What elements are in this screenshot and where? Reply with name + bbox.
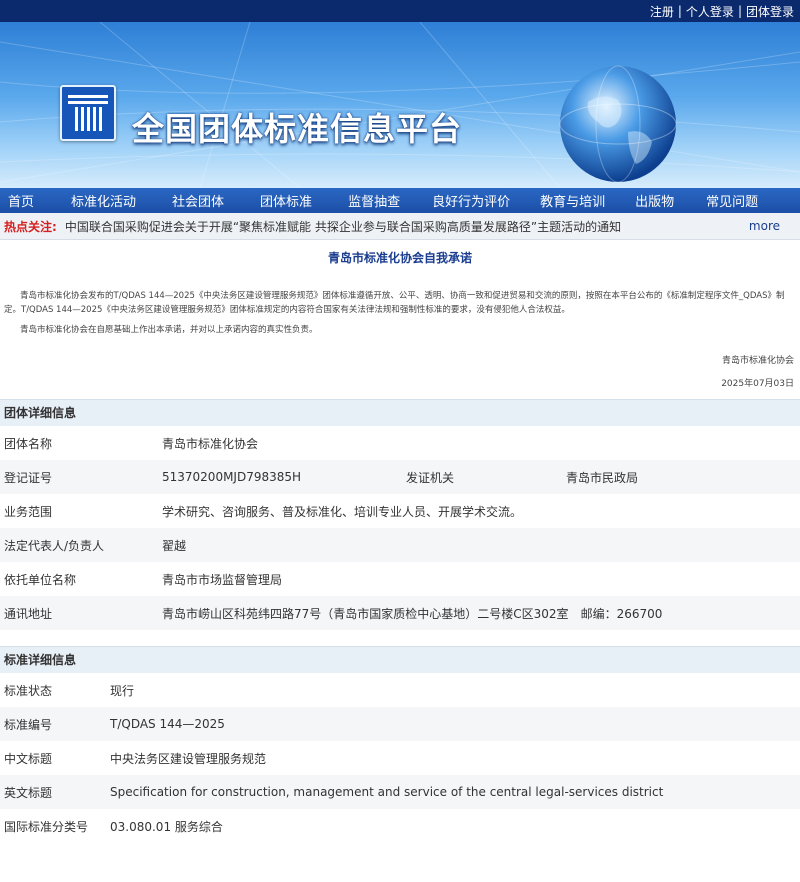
org-name-value: 青岛市标准化协会 — [162, 436, 259, 451]
nav-education[interactable]: 教育与培训 — [540, 191, 605, 210]
field-label: 通讯地址 — [4, 606, 53, 621]
cn-title-value: 中央法务区建设管理服务规范 — [110, 751, 267, 766]
field-label: 标准编号 — [4, 717, 53, 732]
field-label: 团体名称 — [4, 436, 53, 451]
field-label: 发证机关 — [406, 470, 455, 485]
nav-faq[interactable]: 常见问题 — [706, 191, 758, 210]
field-label: 登记证号 — [4, 470, 53, 485]
commitment-paragraph: 青岛市标准化协会发布的T/QDAS 144—2025《中央法务区建设管理服务规范… — [4, 291, 785, 315]
nav-publications[interactable]: 出版物 — [635, 191, 674, 210]
group-login-link[interactable]: 团体登录 — [746, 3, 794, 20]
std-info-header: 标准详细信息 — [0, 646, 800, 673]
info-row: 业务范围 学术研究、咨询服务、普及标准化、培训专业人员、开展学术交流。 — [0, 494, 800, 528]
nav-standardization-activities[interactable]: 标准化活动 — [71, 191, 136, 210]
issuer-value: 青岛市民政局 — [566, 470, 639, 485]
top-bar: 注册 | 个人登录 | 团体登录 — [0, 0, 800, 22]
field-label: 业务范围 — [4, 504, 53, 519]
separator: | — [677, 4, 682, 18]
info-row: 法定代表人/负责人 翟越 — [0, 528, 800, 562]
nav-group-standards[interactable]: 团体标准 — [260, 191, 312, 210]
reg-number-value: 51370200MJD798385H — [162, 470, 302, 484]
site-banner: 全国团体标准信息平台 — [0, 22, 800, 188]
register-link[interactable]: 注册 — [650, 3, 674, 20]
separator: | — [737, 4, 742, 18]
globe-icon — [559, 65, 677, 183]
info-row: 团体名称 青岛市标准化协会 — [0, 426, 800, 460]
sponsor-value: 青岛市市场监督管理局 — [162, 572, 283, 587]
representative-value: 翟越 — [162, 538, 187, 553]
commitment-notice: 青岛市标准化协会发布的T/QDAS 144—2025《中央法务区建设管理服务规范… — [0, 289, 800, 337]
status-value: 现行 — [110, 683, 135, 698]
info-row: 英文标题 Specification for construction, man… — [0, 775, 800, 809]
signature-date: 2025年07月03日 — [721, 379, 794, 389]
page-title: 青岛市标准化协会自我承诺 — [327, 251, 472, 265]
nav-good-behavior[interactable]: 良好行为评价 — [432, 191, 510, 210]
ics-value: 03.080.01 服务综合 — [110, 819, 223, 834]
info-row: 国际标准分类号 03.080.01 服务综合 — [0, 809, 800, 843]
signature-block: 青岛市标准化协会 2025年07月03日 — [0, 353, 800, 389]
info-row: 通讯地址 青岛市崂山区科苑纬四路77号（青岛市国家质检中心基地）二号楼C区302… — [0, 596, 800, 630]
hot-topics-label: 热点关注: — [4, 219, 57, 234]
personal-login-link[interactable]: 个人登录 — [686, 3, 734, 20]
field-label: 依托单位名称 — [4, 572, 77, 587]
info-row: 依托单位名称 青岛市市场监督管理局 — [0, 562, 800, 596]
nav-supervision[interactable]: 监督抽查 — [348, 191, 400, 210]
field-label: 国际标准分类号 — [4, 819, 89, 834]
commitment-paragraph: 青岛市标准化协会在自愿基础上作出本承诺，并对以上承诺内容的真实性负责。 — [20, 325, 318, 335]
info-row: 标准编号 T/QDAS 144—2025 — [0, 707, 800, 741]
field-label: 法定代表人/负责人 — [4, 538, 105, 553]
more-link[interactable]: more — [749, 219, 780, 233]
info-row: 登记证号 51370200MJD798385H 发证机关 青岛市民政局 — [0, 460, 800, 494]
hot-topic-link[interactable]: 中国联合国采购促进会关于开展“聚焦标准赋能 共探企业参与联合国采购高质量发展路径… — [65, 218, 749, 235]
info-row: 中文标题 中央法务区建设管理服务规范 — [0, 741, 800, 775]
org-info-header: 团体详细信息 — [0, 399, 800, 426]
signature-org: 青岛市标准化协会 — [721, 356, 794, 366]
field-label: 中文标题 — [4, 751, 53, 766]
main-nav: 首页 标准化活动 社会团体 团体标准 监督抽查 良好行为评价 教育与培训 出版物… — [0, 188, 800, 213]
scope-value: 学术研究、咨询服务、普及标准化、培训专业人员、开展学术交流。 — [162, 504, 523, 519]
nav-home[interactable]: 首页 — [8, 191, 34, 210]
zip-value: 邮编：266700 — [580, 606, 663, 621]
hot-topics-bar: 热点关注: 中国联合国采购促进会关于开展“聚焦标准赋能 共探企业参与联合国采购高… — [0, 213, 800, 240]
field-label: 标准状态 — [4, 683, 53, 698]
en-title-value: Specification for construction, manageme… — [110, 785, 664, 799]
address-value: 青岛市崂山区科苑纬四路77号（青岛市国家质检中心基地）二号楼C区302室 — [162, 606, 569, 621]
field-label: 英文标题 — [4, 785, 53, 800]
site-title: 全国团体标准信息平台 — [132, 110, 463, 148]
std-code-value: T/QDAS 144—2025 — [110, 717, 225, 731]
nav-social-groups[interactable]: 社会团体 — [172, 191, 224, 210]
standard-logo-icon[interactable] — [60, 85, 116, 141]
info-row: 标准状态 现行 — [0, 673, 800, 707]
